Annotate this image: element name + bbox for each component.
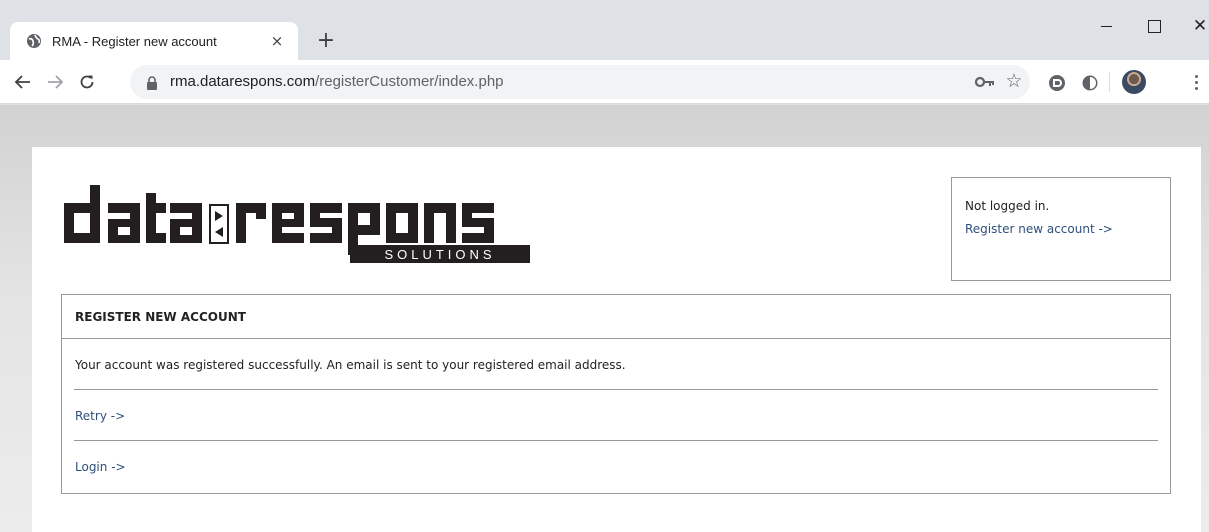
login-row: Login ->: [74, 441, 1158, 490]
message-row: Your account was registered successfully…: [74, 339, 1158, 390]
data-respons-logo: SOLUTIONS: [64, 185, 530, 263]
window-maximize-button[interactable]: [1134, 14, 1174, 38]
register-panel: REGISTER NEW ACCOUNT Your account was re…: [61, 294, 1171, 494]
more-menu-icon[interactable]: [1190, 72, 1202, 92]
url-host: rma.datarespons.com: [170, 73, 316, 90]
globe-icon: [26, 33, 42, 49]
toolbar-separator: [1109, 72, 1110, 92]
forward-arrow-icon[interactable]: [41, 68, 69, 96]
login-status-text: Not logged in.: [965, 199, 1050, 213]
reload-icon[interactable]: [73, 68, 101, 96]
profile-avatar[interactable]: [1122, 70, 1146, 94]
window-close-button[interactable]: ✕: [1180, 14, 1209, 38]
panel-body: Your account was registered successfully…: [62, 339, 1170, 490]
login-link[interactable]: Login ->: [75, 460, 126, 474]
browser-tab[interactable]: RMA - Register new account ×: [10, 22, 298, 60]
extension-icon[interactable]: [1047, 73, 1067, 93]
success-message: Your account was registered successfully…: [75, 358, 626, 372]
new-tab-button[interactable]: +: [312, 26, 340, 54]
login-status-box: Not logged in. Register new account ->: [951, 177, 1171, 281]
bookmark-star-icon[interactable]: ☆: [1004, 70, 1024, 92]
back-arrow-icon[interactable]: [9, 68, 37, 96]
url-path: /registerCustomer/index.php: [315, 73, 504, 90]
panel-title: REGISTER NEW ACCOUNT: [62, 295, 1170, 339]
page-container: SOLUTIONS Not logged in. Register new ac…: [32, 147, 1201, 532]
tab-title: RMA - Register new account: [52, 33, 217, 49]
url-text[interactable]: rma.datarespons.com/registerCustomer/ind…: [170, 73, 504, 90]
address-bar[interactable]: rma.datarespons.com/registerCustomer/ind…: [130, 65, 1030, 99]
retry-row: Retry ->: [74, 390, 1158, 441]
key-icon[interactable]: [975, 72, 995, 92]
logo-tagline: SOLUTIONS: [384, 247, 495, 262]
window-minimize-button[interactable]: [1086, 14, 1126, 38]
retry-link[interactable]: Retry ->: [75, 409, 125, 423]
browser-toolbar: rma.datarespons.com/registerCustomer/ind…: [0, 60, 1209, 104]
tab-strip: RMA - Register new account × + ✕: [0, 0, 1209, 60]
extension-circle-icon[interactable]: [1080, 73, 1100, 93]
register-account-link[interactable]: Register new account ->: [965, 222, 1157, 236]
tab-close-icon[interactable]: ×: [268, 32, 286, 50]
lock-icon[interactable]: [145, 75, 159, 90]
page-viewport: SOLUTIONS Not logged in. Register new ac…: [0, 105, 1209, 532]
